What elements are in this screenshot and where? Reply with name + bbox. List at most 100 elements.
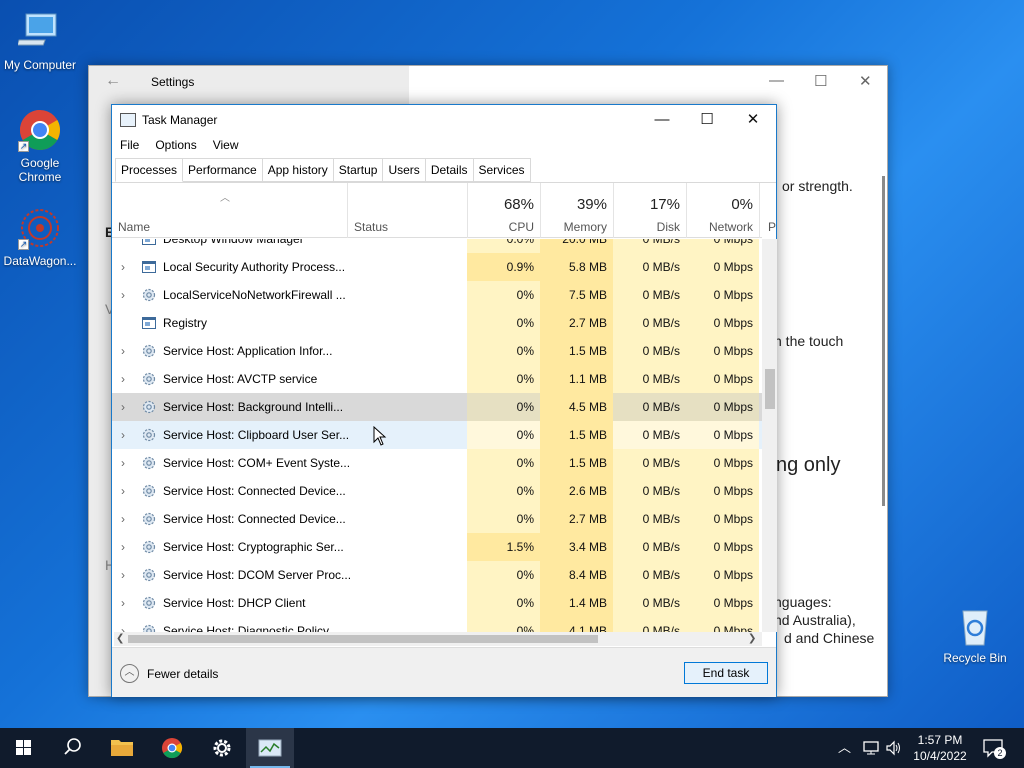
expand-chevron-icon[interactable]: › <box>121 561 125 589</box>
tab-users[interactable]: Users <box>383 158 426 182</box>
desktop-icon-chrome[interactable]: ↗ Google Chrome <box>0 108 80 184</box>
process-row[interactable]: › Service Host: Clipboard User Ser... 0% 1.… <box>112 421 762 449</box>
computer-icon <box>16 10 62 54</box>
windows-logo-icon <box>16 740 31 755</box>
column-header-disk[interactable]: 17% Disk <box>613 183 686 238</box>
settings-titlebar[interactable]: ← Settings — ☐ ✕ <box>89 66 887 98</box>
scroll-right-icon[interactable]: ❯ <box>748 632 756 646</box>
process-row[interactable]: › Service Host: DHCP Client 0% 1.4 MB 0 MB/s… <box>112 589 762 617</box>
desktop-icon-label: Recycle Bin <box>943 651 1007 665</box>
cpu-cell: 0% <box>467 617 540 632</box>
taskbar-clock[interactable]: 1:57 PM 10/4/2022 <box>908 732 972 764</box>
minimize-icon[interactable]: — <box>769 72 784 89</box>
desktop-icon-my-computer[interactable]: My Computer <box>0 10 80 72</box>
menu-bar: File Options View <box>112 136 247 156</box>
taskbar-settings[interactable] <box>198 728 246 768</box>
expand-chevron-icon[interactable]: › <box>121 477 125 505</box>
network-cell: 0 Mbps <box>686 337 759 365</box>
expand-chevron-icon[interactable]: › <box>121 253 125 281</box>
scroll-left-icon[interactable]: ❮ <box>116 632 124 646</box>
taskbar-chrome[interactable] <box>148 728 196 768</box>
desktop-icon-recycle-bin[interactable]: Recycle Bin <box>935 603 1015 665</box>
process-row[interactable]: › Service Host: DCOM Server Proc... 0% 8.4 … <box>112 561 762 589</box>
maximize-icon[interactable]: ☐ <box>692 109 722 131</box>
gear-icon <box>141 455 157 471</box>
process-row[interactable]: › Service Host: AVCTP service 0% 1.1 MB 0 MB… <box>112 365 762 393</box>
expand-chevron-icon[interactable]: › <box>121 505 125 533</box>
back-arrow-icon[interactable]: ← <box>105 72 121 90</box>
expand-chevron-icon[interactable]: › <box>121 449 125 477</box>
process-name: Service Host: DCOM Server Proc... <box>163 568 352 582</box>
close-icon[interactable]: ✕ <box>738 109 768 131</box>
process-name: Service Host: Diagnostic Policy ... <box>163 624 343 632</box>
cpu-cell: 0.9% <box>467 253 540 281</box>
process-row[interactable]: › Service Host: Connected Device... 0% 2.6 … <box>112 477 762 505</box>
column-header-name[interactable]: ︿ Name <box>112 183 347 238</box>
process-row[interactable]: › Service Host: Background Intelli... 0% 4.… <box>112 393 762 421</box>
network-icon[interactable] <box>862 739 880 768</box>
task-manager-window[interactable]: Task Manager — ☐ ✕ File Options View Pro… <box>111 104 777 697</box>
tab-performance[interactable]: Performance <box>183 158 263 182</box>
menu-options[interactable]: Options <box>147 136 204 156</box>
process-name: Registry <box>163 316 208 330</box>
gear-icon <box>141 399 157 415</box>
tab-services[interactable]: Services <box>473 158 531 182</box>
taskbar-task-manager[interactable] <box>246 728 294 768</box>
notification-button[interactable]: 2 <box>982 738 1006 760</box>
expand-chevron-icon[interactable]: › <box>121 617 125 632</box>
fewer-details-button[interactable]: ︿ Fewer details <box>120 664 218 683</box>
process-row[interactable]: › Service Host: Diagnostic Policy ... 0% 4.… <box>112 617 762 632</box>
column-header-cpu[interactable]: 68% CPU <box>467 183 540 238</box>
tab-startup[interactable]: Startup <box>333 158 384 182</box>
menu-view[interactable]: View <box>205 136 247 156</box>
process-row[interactable]: › LocalServiceNoNetworkFirewall ... 0% 7.5 … <box>112 281 762 309</box>
chevron-up-icon[interactable]: ︿ <box>838 728 851 768</box>
expand-chevron-icon[interactable]: › <box>121 337 125 365</box>
vertical-scrollbar[interactable] <box>762 239 777 632</box>
tab-details[interactable]: Details <box>425 158 474 182</box>
expand-chevron-icon[interactable]: › <box>121 589 125 617</box>
memory-cell: 2.7 MB <box>540 309 613 337</box>
column-header-status[interactable]: Status <box>347 183 467 238</box>
column-power-label: P <box>768 220 777 234</box>
column-header-power[interactable]: P <box>759 183 776 238</box>
end-task-button[interactable]: End task <box>684 662 768 684</box>
desktop-icon-datawagon[interactable]: ↗ DataWagon... <box>0 206 80 268</box>
column-header-network[interactable]: 0% Network <box>686 183 759 238</box>
maximize-icon[interactable]: ☐ <box>814 72 827 90</box>
window-icon <box>141 259 157 275</box>
expand-chevron-icon[interactable]: › <box>121 421 125 449</box>
taskbar-file-explorer[interactable] <box>98 728 146 768</box>
horizontal-scrollbar[interactable]: ❮ ❯ <box>114 632 762 646</box>
process-row[interactable]: › Local Security Authority Process... 0.9%… <box>112 253 762 281</box>
process-row[interactable]: Registry 0% 2.7 MB 0 MB/s 0 Mbps <box>112 309 762 337</box>
expand-chevron-icon[interactable]: › <box>121 533 125 561</box>
process-row[interactable]: › Service Host: Connected Device... 0% 2.7 … <box>112 505 762 533</box>
close-icon[interactable]: ✕ <box>859 72 872 90</box>
tab-bar: Processes Performance App history Startu… <box>115 158 531 182</box>
process-name: Service Host: Cryptographic Ser... <box>163 540 344 554</box>
expand-chevron-icon[interactable]: › <box>121 393 125 421</box>
process-row[interactable]: › Service Host: COM+ Event Syste... 0% 1.5 … <box>112 449 762 477</box>
disk-cell: 0 MB/s <box>613 393 686 421</box>
task-manager-titlebar[interactable]: Task Manager — ☐ ✕ <box>112 105 776 135</box>
column-header-memory[interactable]: 39% Memory <box>540 183 613 238</box>
search-button[interactable] <box>48 728 96 768</box>
process-row[interactable]: › Service Host: Application Infor... 0% 1.5… <box>112 337 762 365</box>
settings-scrollbar[interactable] <box>882 176 885 506</box>
cpu-cell: 0% <box>467 281 540 309</box>
process-row[interactable]: Desktop Window Manager 0.0% 20.0 MB 0 MB/s 0… <box>112 239 762 253</box>
start-button[interactable] <box>0 728 48 768</box>
tab-processes[interactable]: Processes <box>115 158 184 182</box>
menu-file[interactable]: File <box>112 136 147 156</box>
process-row[interactable]: › Service Host: Cryptographic Ser... 1.5% 3… <box>112 533 762 561</box>
gear-icon <box>213 739 231 757</box>
tab-app-history[interactable]: App history <box>262 158 334 182</box>
memory-total: 39% <box>576 196 607 213</box>
scroll-thumb[interactable] <box>765 369 775 409</box>
expand-chevron-icon[interactable]: › <box>121 281 125 309</box>
minimize-icon[interactable]: — <box>647 109 677 131</box>
scroll-thumb[interactable] <box>128 635 598 643</box>
expand-chevron-icon[interactable]: › <box>121 365 125 393</box>
volume-icon[interactable] <box>885 739 903 768</box>
